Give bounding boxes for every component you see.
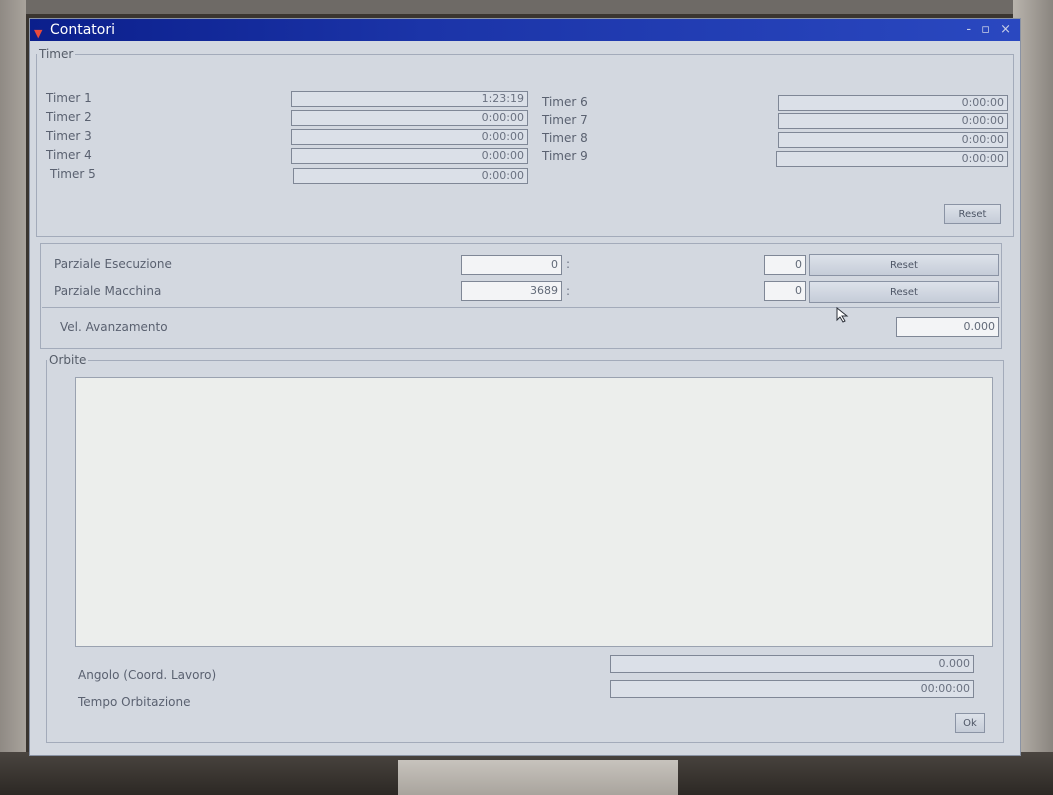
timer-3-label: Timer 3 bbox=[46, 129, 92, 143]
timer-1-label: Timer 1 bbox=[46, 91, 92, 105]
angolo-value: 0.000 bbox=[610, 655, 974, 673]
timer-5-label: Timer 5 bbox=[50, 167, 96, 181]
timer-4-label: Timer 4 bbox=[46, 148, 92, 162]
parziale-esecuzione-second-value: 0 bbox=[764, 255, 806, 275]
counters-divider bbox=[42, 307, 1000, 308]
parziale-macchina-value: 3689 bbox=[461, 281, 562, 301]
timer-7-label: Timer 7 bbox=[542, 113, 588, 127]
timer-5-value: 0:00:00 bbox=[293, 168, 528, 184]
timer-3-value: 0:00:00 bbox=[291, 129, 528, 145]
timer-4-value: 0:00:00 bbox=[291, 148, 528, 164]
contatori-window: ▼ Contatori - ▫ × Timer Timer 1 Timer 2 … bbox=[29, 18, 1021, 756]
parziale-esecuzione-reset-button[interactable]: Reset bbox=[809, 254, 999, 276]
vel-avanzamento-value: 0.000 bbox=[896, 317, 999, 337]
window-controls[interactable]: - ▫ × bbox=[966, 19, 1014, 41]
title-bar[interactable]: ▼ Contatori - ▫ × bbox=[30, 19, 1020, 41]
monitor-bezel-left bbox=[0, 0, 26, 795]
window-title: Contatori bbox=[50, 22, 115, 38]
ok-button[interactable]: Ok bbox=[955, 713, 985, 733]
parziale-macchina-reset-button[interactable]: Reset bbox=[809, 281, 999, 303]
timer-1-value: 1:23:19 bbox=[291, 91, 528, 107]
monitor-bezel-top bbox=[0, 0, 1053, 14]
monitor-stand bbox=[398, 760, 678, 795]
timer-7-value: 0:00:00 bbox=[778, 113, 1008, 129]
timer-9-value: 0:00:00 bbox=[776, 151, 1008, 167]
tempo-orbitazione-value: 00:00:00 bbox=[610, 680, 974, 698]
vel-avanzamento-label: Vel. Avanzamento bbox=[60, 320, 168, 334]
parziale-macchina-colon: : bbox=[566, 284, 571, 298]
app-shield-icon: ▼ bbox=[34, 27, 43, 40]
timer-2-value: 0:00:00 bbox=[291, 110, 528, 126]
angolo-label: Angolo (Coord. Lavoro) bbox=[78, 668, 217, 682]
orbite-canvas[interactable] bbox=[75, 377, 993, 647]
timer-9-label: Timer 9 bbox=[542, 149, 588, 163]
timer-reset-button[interactable]: Reset bbox=[944, 204, 1001, 224]
parziale-esecuzione-colon: : bbox=[566, 257, 571, 271]
parziale-esecuzione-value: 0 bbox=[461, 255, 562, 275]
parziale-esecuzione-label: Parziale Esecuzione bbox=[54, 257, 172, 271]
tempo-orbitazione-label: Tempo Orbitazione bbox=[78, 695, 191, 709]
timer-8-value: 0:00:00 bbox=[778, 132, 1008, 148]
timer-6-label: Timer 6 bbox=[542, 95, 588, 109]
timer-8-label: Timer 8 bbox=[542, 131, 588, 145]
timer-2-label: Timer 2 bbox=[46, 110, 92, 124]
timer-6-value: 0:00:00 bbox=[778, 95, 1008, 111]
parziale-macchina-label: Parziale Macchina bbox=[54, 284, 162, 298]
mouse-pointer-icon bbox=[836, 307, 849, 323]
orbite-group-legend: Orbite bbox=[49, 353, 87, 367]
timer-group-legend: Timer bbox=[39, 47, 74, 61]
parziale-macchina-second-value: 0 bbox=[764, 281, 806, 301]
